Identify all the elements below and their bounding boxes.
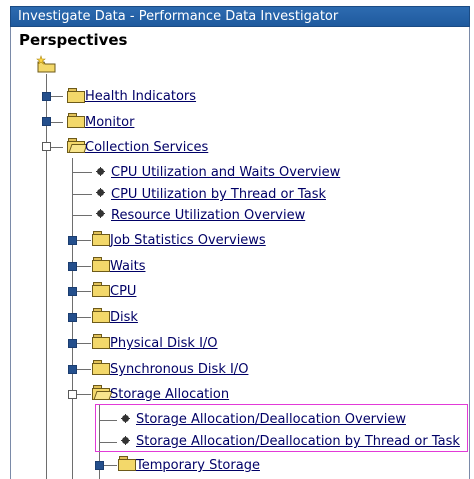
tree-line [51, 96, 63, 97]
folder-icon [67, 113, 85, 128]
perspectives-heading: Perspectives [19, 31, 128, 49]
tree-line [51, 122, 63, 123]
tree-item-storage-alloc-thread[interactable]: Storage Allocation/Deallocation by Threa… [136, 434, 460, 450]
tree-item-cpu-utilization-waits[interactable]: CPU Utilization and Waits Overview [111, 165, 340, 181]
expander-monitor[interactable] [42, 117, 51, 126]
tree-line [103, 465, 117, 466]
expander-disk[interactable] [68, 313, 77, 322]
tree-line [51, 147, 63, 148]
tree-line [77, 291, 91, 292]
tree-item-temporary-storage[interactable]: Temporary Storage [136, 458, 260, 474]
tree-item-waits[interactable]: Waits [110, 259, 145, 275]
tree-line [46, 150, 47, 479]
folder-icon [92, 308, 110, 323]
tree-item-monitor[interactable]: Monitor [85, 115, 134, 131]
folder-icon [118, 456, 136, 471]
tree-item-resource-utilization[interactable]: Resource Utilization Overview [111, 208, 305, 224]
tree-item-storage-allocation[interactable]: Storage Allocation [110, 387, 229, 403]
folder-icon [92, 334, 110, 349]
folder-open-icon [92, 385, 113, 400]
folder-icon [67, 88, 85, 103]
tree-item-storage-alloc-overview[interactable]: Storage Allocation/Deallocation Overview [136, 412, 406, 428]
report-bullet-icon [96, 209, 105, 218]
tree-line [72, 172, 92, 173]
report-bullet-icon [121, 414, 130, 423]
expander-health-indicators[interactable] [42, 92, 51, 101]
tree-line [72, 194, 92, 195]
expander-storage-allocation[interactable] [68, 390, 77, 399]
tree-item-physical-disk-io[interactable]: Physical Disk I/O [110, 336, 218, 352]
tree-item-health-indicators[interactable]: Health Indicators [85, 89, 196, 105]
tree-line [77, 317, 91, 318]
tree-line [77, 240, 91, 241]
tree-item-collection-services[interactable]: Collection Services [85, 140, 208, 156]
report-bullet-icon [121, 436, 130, 445]
tree-line [77, 266, 91, 267]
expander-collection-services[interactable] [42, 142, 51, 151]
tree-line [46, 74, 47, 147]
tree-item-disk[interactable]: Disk [110, 310, 138, 326]
perspectives-root-icon [36, 55, 56, 73]
window-title: Investigate Data - Performance Data Inve… [18, 9, 339, 24]
expander-job-statistics[interactable] [68, 236, 77, 245]
folder-icon [92, 360, 110, 375]
tree-line [72, 215, 92, 216]
tree-item-cpu[interactable]: CPU [110, 284, 136, 300]
window-title-bar: Investigate Data - Performance Data Inve… [10, 6, 470, 27]
tree-line [77, 343, 91, 344]
tree-item-job-statistics[interactable]: Job Statistics Overviews [110, 233, 266, 249]
folder-icon [92, 282, 110, 297]
folder-icon [92, 231, 110, 246]
folder-icon [92, 257, 110, 272]
folder-open-icon [67, 138, 88, 153]
tree-item-synchronous-disk-io[interactable]: Synchronous Disk I/O [110, 362, 248, 378]
tree-item-cpu-utilization-thread[interactable]: CPU Utilization by Thread or Task [111, 187, 326, 203]
expander-temporary-storage[interactable] [95, 461, 104, 470]
expander-physical-disk-io[interactable] [68, 339, 77, 348]
report-bullet-icon [96, 188, 105, 197]
tree-line [77, 369, 91, 370]
expander-waits[interactable] [68, 262, 77, 271]
tree-line [77, 394, 91, 395]
expander-cpu[interactable] [68, 287, 77, 296]
report-bullet-icon [96, 167, 105, 176]
expander-synchronous-disk-io[interactable] [68, 365, 77, 374]
